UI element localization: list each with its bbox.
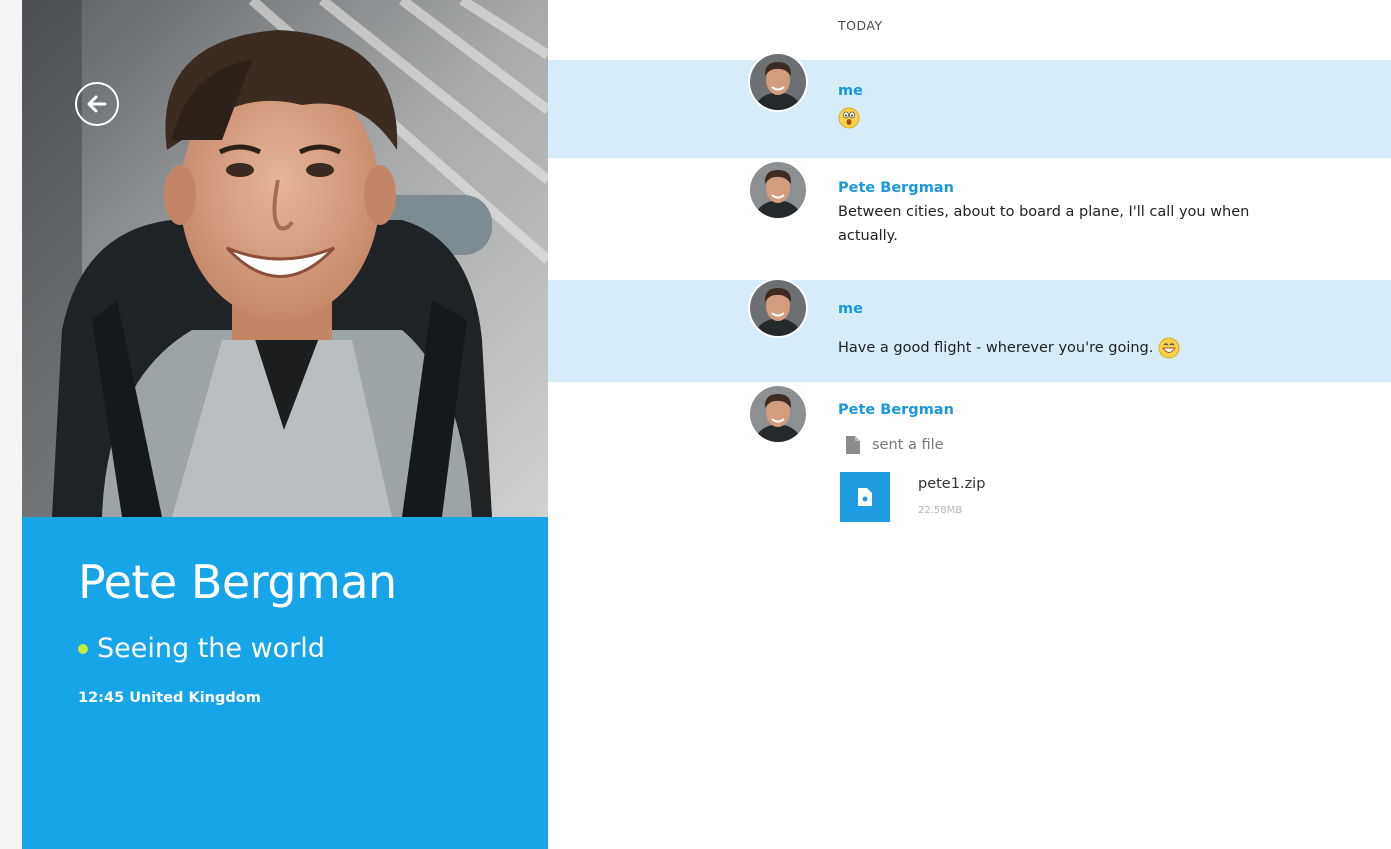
back-button[interactable]: [75, 82, 119, 126]
message-sender[interactable]: me: [838, 301, 863, 317]
chat-message-self[interactable]: me Have a good flight - wherever you're …: [548, 278, 1391, 382]
file-attachment-tile[interactable]: [840, 472, 890, 522]
surprised-emoji: [838, 107, 860, 129]
file-size: 22.58MB: [918, 505, 963, 516]
conversation-panel: TODAY me Pete Bergman Between cities, ab…: [548, 0, 1391, 849]
file-name[interactable]: pete1.zip: [918, 476, 985, 492]
online-status-indicator: [78, 643, 88, 654]
file-document-icon: [846, 436, 860, 454]
contact-local-time: 12:45 United Kingdom: [78, 690, 261, 706]
contact-info: Pete Bergman Seeing the world 12:45 Unit…: [22, 517, 548, 849]
file-sent-label: sent a file: [872, 437, 944, 453]
message-text: Have a good flight - wherever you're goi…: [838, 340, 1154, 356]
chat-message-contact[interactable]: Pete Bergman Between cities, about to bo…: [548, 158, 1391, 280]
message-text-line: actually.: [838, 228, 898, 244]
message-body: [838, 106, 860, 130]
message-sender[interactable]: Pete Bergman: [838, 402, 954, 418]
back-arrow-icon: [87, 95, 107, 113]
file-sent-notice: sent a file: [846, 436, 944, 454]
message-sender[interactable]: Pete Bergman: [838, 180, 954, 196]
avatar: [748, 384, 808, 444]
avatar: [748, 278, 808, 338]
contact-name: Pete Bergman: [78, 555, 397, 609]
avatar: [748, 52, 808, 112]
mood-row: Seeing the world: [78, 633, 325, 664]
chat-message-self[interactable]: me: [548, 52, 1391, 158]
zip-file-icon: [858, 488, 872, 506]
chat-message-contact[interactable]: Pete Bergman sent a file pete1.zip 22.58…: [548, 382, 1391, 552]
message-sender[interactable]: me: [838, 83, 863, 99]
contact-photo: [22, 0, 548, 517]
message-body: Have a good flight - wherever you're goi…: [838, 336, 1180, 360]
window-edge: [0, 0, 22, 849]
contact-profile-panel: Pete Bergman Seeing the world 12:45 Unit…: [22, 0, 548, 849]
date-divider: TODAY: [838, 18, 883, 33]
laughing-emoji: [1158, 337, 1180, 359]
message-text-line: Between cities, about to board a plane, …: [838, 204, 1250, 220]
avatar: [748, 160, 808, 220]
mood-message: Seeing the world: [97, 633, 325, 664]
